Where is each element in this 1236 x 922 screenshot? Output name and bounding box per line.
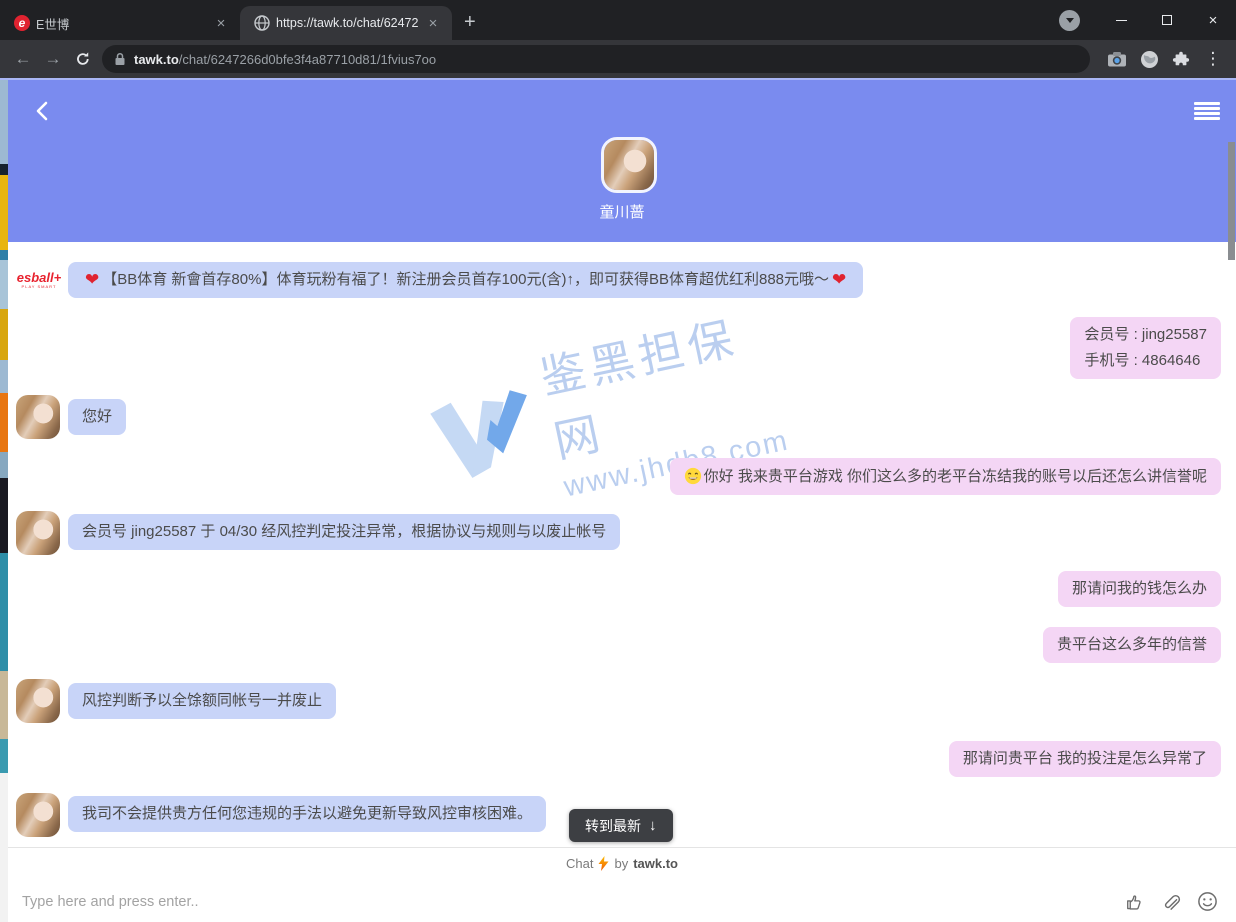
extension-globe-button[interactable] bbox=[1134, 44, 1164, 74]
address-bar[interactable]: tawk.to/chat/6247266d0bfe3f4a87710d81/1f… bbox=[102, 45, 1090, 73]
chat-message-agent: 您好 bbox=[68, 399, 126, 435]
chat-message-visitor: 你好 我来贵平台游戏 你们这么多的老平台冻结我的账号以后还怎么讲信誉呢 bbox=[670, 458, 1221, 495]
tab-search-button[interactable] bbox=[1059, 10, 1080, 31]
message-text: 会员号 : jing25587 bbox=[1084, 322, 1207, 348]
message-text: 那请问我的钱怎么办 bbox=[1072, 580, 1207, 597]
message-text: 会员号 jing25587 于 04/30 经风控判定投注异常，根据协议与规则与… bbox=[82, 523, 606, 540]
three-dots-icon: ⋮ bbox=[1205, 49, 1222, 69]
heart-icon: ❤ bbox=[85, 270, 99, 289]
grinning-emoji-icon bbox=[684, 467, 702, 485]
globe-favicon-icon bbox=[254, 15, 270, 31]
back-arrow-icon: ← bbox=[15, 49, 32, 69]
chat-message-visitor: 那请问贵平台 我的投注是怎么异常了 bbox=[949, 741, 1221, 777]
esball-logo-avatar: esball+ PLAY SMART bbox=[16, 260, 62, 300]
back-button[interactable]: ← bbox=[8, 44, 38, 74]
camera-icon bbox=[1107, 51, 1127, 67]
agent-avatar bbox=[16, 679, 60, 723]
tab-tawkto[interactable]: https://tawk.to/chat/6247266d × bbox=[240, 6, 452, 40]
scroll-to-latest-button[interactable]: 转到最新 ↓ bbox=[569, 809, 673, 842]
down-arrow-icon: ↓ bbox=[649, 817, 657, 834]
minimize-button[interactable] bbox=[1098, 2, 1144, 38]
tab-close-icon[interactable]: × bbox=[424, 15, 442, 32]
message-text: 贵平台这么多年的信誉 bbox=[1057, 636, 1207, 653]
agent-photo bbox=[16, 395, 60, 439]
esball-logo-text: esball+ bbox=[17, 271, 61, 284]
esball-logo-tagline: PLAY SMART bbox=[22, 284, 57, 289]
chat-message-visitor: 贵平台这么多年的信誉 bbox=[1043, 627, 1221, 663]
back-chevron-icon[interactable] bbox=[32, 100, 54, 122]
reload-icon bbox=[74, 50, 92, 68]
browser-menu-button[interactable]: ⋮ bbox=[1198, 44, 1228, 74]
heart-icon: ❤ bbox=[832, 270, 846, 289]
message-text: 你好 我来贵平台游戏 你们这么多的老平台冻结我的账号以后还怎么讲信誉呢 bbox=[704, 468, 1207, 485]
tab-close-icon[interactable]: × bbox=[212, 15, 230, 32]
new-tab-button[interactable]: + bbox=[452, 11, 488, 40]
background-page-strip bbox=[0, 80, 8, 922]
chat-message-visitor: 会员号 : jing25587 手机号 : 4864646 bbox=[1070, 317, 1221, 379]
tab-strip: e E世博 × https://tawk.to/chat/6247266d × … bbox=[0, 0, 1236, 40]
forward-button[interactable]: → bbox=[38, 44, 68, 74]
agent-avatar bbox=[601, 137, 657, 193]
message-text: 那请问贵平台 我的投注是怎么异常了 bbox=[963, 750, 1207, 767]
close-button[interactable]: × bbox=[1190, 2, 1236, 38]
agent-photo bbox=[16, 793, 60, 837]
message-text: 您好 bbox=[82, 408, 112, 425]
tab-title: https://tawk.to/chat/6247266d bbox=[276, 16, 418, 30]
agent-photo bbox=[16, 679, 60, 723]
forward-arrow-icon: → bbox=[45, 49, 62, 69]
brand-by-label: by bbox=[614, 856, 628, 871]
tab-esball[interactable]: e E世博 × bbox=[0, 6, 240, 40]
browser-window: e E世博 × https://tawk.to/chat/6247266d × … bbox=[0, 0, 1236, 922]
reload-button[interactable] bbox=[68, 44, 98, 74]
minimize-icon bbox=[1116, 20, 1127, 21]
agent-photo bbox=[16, 511, 60, 555]
browser-toolbar: ← → tawk.to/chat/6247266d0bfe3f4a87710d8… bbox=[0, 40, 1236, 78]
url-host: tawk.to bbox=[134, 52, 179, 67]
chat-message-agent: 风控判断予以全馀额同帐号一并废止 bbox=[68, 683, 336, 719]
lock-icon bbox=[114, 52, 126, 66]
page-scrollbar[interactable] bbox=[1228, 142, 1235, 260]
page-viewport: 童川蔷 鉴黑担保网 www.jhdb8.com esball+ PLAY SMA… bbox=[0, 78, 1236, 922]
menu-hamburger-icon[interactable] bbox=[1194, 102, 1220, 122]
tawkto-branding[interactable]: Chat by tawk.to bbox=[8, 847, 1236, 879]
attachment-icon[interactable] bbox=[1160, 891, 1181, 912]
agent-avatar bbox=[16, 395, 60, 439]
brand-tawkto-label: tawk.to bbox=[633, 856, 678, 871]
puzzle-icon bbox=[1172, 50, 1190, 68]
brand-chat-label: Chat bbox=[566, 856, 593, 871]
chat-message-visitor: 那请问我的钱怎么办 bbox=[1058, 571, 1221, 607]
chat-message-input[interactable] bbox=[20, 893, 1123, 911]
message-text: 我司不会提供贵方任何您违规的手法以避免更新导致风控审核困难。 bbox=[82, 805, 532, 822]
world-icon bbox=[1140, 50, 1159, 69]
agent-avatar bbox=[16, 511, 60, 555]
esball-favicon-icon: e bbox=[14, 15, 30, 31]
maximize-icon bbox=[1162, 15, 1172, 25]
chat-input-row bbox=[8, 879, 1236, 922]
screenshot-extension-button[interactable] bbox=[1102, 44, 1132, 74]
lightning-bolt-icon bbox=[598, 856, 609, 871]
agent-avatar bbox=[16, 793, 60, 837]
agent-name: 童川蔷 bbox=[8, 201, 1236, 222]
watermark-logo bbox=[420, 368, 553, 507]
chat-message-agent: 我司不会提供贵方任何您违规的手法以避免更新导致风控审核困难。 bbox=[68, 796, 546, 832]
url-path: /chat/6247266d0bfe3f4a87710d81/1fvius7oo bbox=[179, 52, 436, 67]
close-icon: × bbox=[1209, 12, 1218, 29]
message-text: 手机号 : 4864646 bbox=[1084, 348, 1207, 374]
chat-message-agent: 会员号 jing25587 于 04/30 经风控判定投注异常，根据协议与规则与… bbox=[68, 514, 620, 550]
maximize-button[interactable] bbox=[1144, 2, 1190, 38]
emoji-smiley-icon[interactable] bbox=[1197, 891, 1218, 912]
thumbs-up-icon[interactable] bbox=[1123, 891, 1144, 912]
extensions-button[interactable] bbox=[1166, 44, 1196, 74]
tab-title: E世博 bbox=[36, 14, 206, 33]
message-text: 【BB体育 新會首存80%】体育玩粉有福了！新注册会员首存100元(含)↑，即可… bbox=[102, 271, 829, 288]
message-text: 风控判断予以全馀额同帐号一并废止 bbox=[82, 692, 322, 709]
chat-message-banner: ❤【BB体育 新會首存80%】体育玩粉有福了！新注册会员首存100元(含)↑，即… bbox=[68, 262, 863, 298]
agent-photo bbox=[604, 140, 654, 190]
chevron-down-icon bbox=[1066, 18, 1074, 23]
chat-header: 童川蔷 bbox=[8, 80, 1236, 242]
scroll-button-label: 转到最新 bbox=[585, 816, 641, 836]
